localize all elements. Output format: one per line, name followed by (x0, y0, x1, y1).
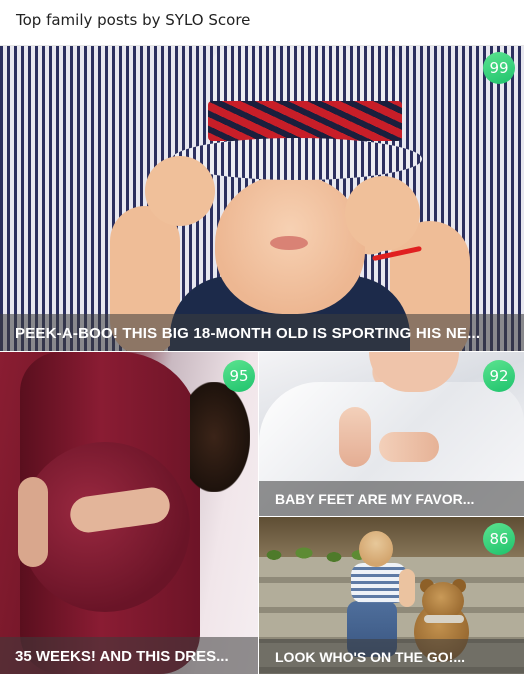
post-card-2[interactable]: 95 35 WEEKS! AND THIS DRES... (0, 352, 258, 674)
sylo-score-badge: 92 (483, 360, 515, 392)
post-card-4[interactable]: 86 LOOK WHO'S ON THE GO!... (259, 517, 524, 674)
post-caption[interactable]: 35 WEEKS! AND THIS DRES... (0, 637, 258, 674)
teddy-bear-scarf (424, 615, 464, 623)
toddler-head (359, 531, 393, 567)
page-header: Top family posts by SYLO Score (0, 0, 524, 46)
toddler-arm (399, 569, 415, 607)
hair (190, 382, 250, 492)
baby-hand-right (345, 176, 420, 251)
sylo-score-badge: 86 (483, 523, 515, 555)
hand-lower (18, 477, 48, 567)
baby-lips (270, 236, 308, 250)
post-card-1[interactable]: 99 PEEK-A-BOO! THIS BIG 18-MONTH OLD IS … (0, 46, 524, 351)
baby-hand-left (145, 156, 215, 226)
post-caption[interactable]: PEEK-A-BOO! THIS BIG 18-MONTH OLD IS SPO… (0, 314, 524, 351)
sylo-score-badge: 95 (223, 360, 255, 392)
plants (259, 535, 369, 565)
sylo-score-badge: 99 (483, 52, 515, 84)
post-caption[interactable]: LOOK WHO'S ON THE GO!... (259, 639, 524, 674)
hat-band (208, 101, 402, 141)
page-title: Top family posts by SYLO Score (16, 11, 251, 29)
post-image-pregnant (0, 352, 258, 674)
post-card-3[interactable]: 92 BABY FEET ARE MY FAVOR... (259, 352, 524, 516)
post-image-baby-in-hat (0, 46, 524, 351)
baby-foot-2 (379, 432, 439, 462)
post-caption[interactable]: BABY FEET ARE MY FAVOR... (259, 481, 524, 516)
baby-foot-1 (339, 407, 371, 467)
posts-grid: 99 PEEK-A-BOO! THIS BIG 18-MONTH OLD IS … (0, 46, 524, 674)
